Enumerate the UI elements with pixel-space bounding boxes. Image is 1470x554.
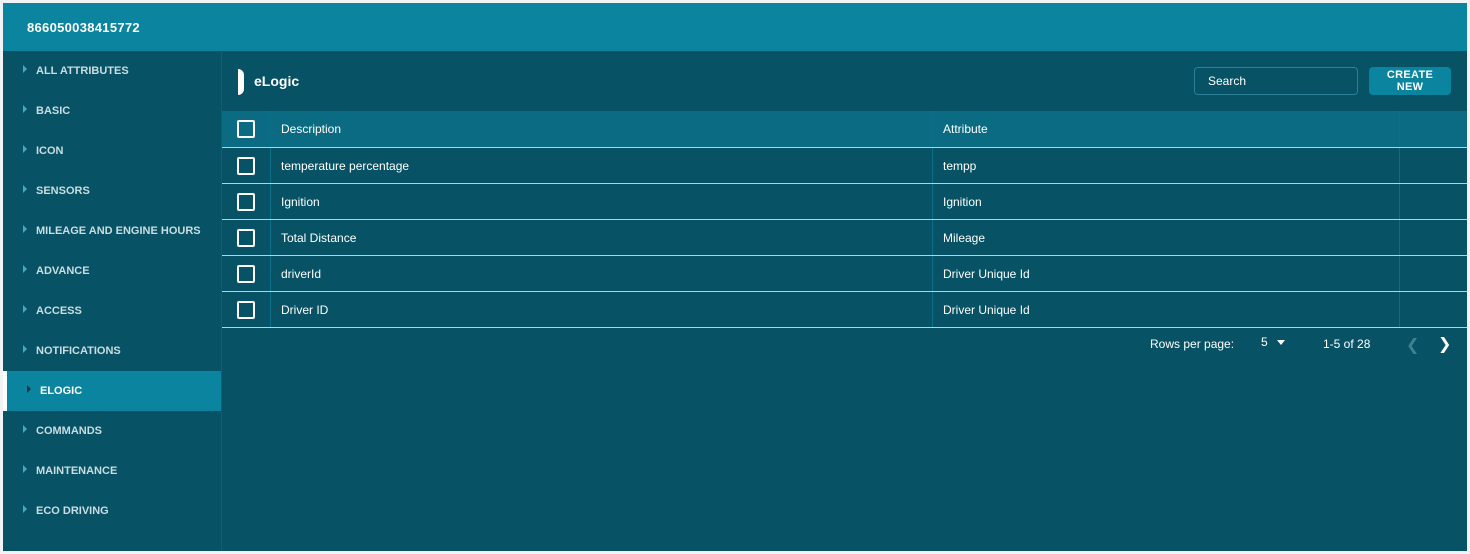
sidebar-item-mileage-engine-hours[interactable]: MILEAGE AND ENGINE HOURS — [3, 211, 221, 251]
attribute-cell: Ignition — [933, 184, 1400, 219]
sidebar-item-label: ECO DRIVING — [36, 505, 109, 517]
caret-right-icon — [23, 65, 27, 73]
actions-cell — [1400, 292, 1467, 327]
caret-right-icon — [23, 225, 27, 233]
sidebar-item-all-attributes[interactable]: ALL ATTRIBUTES — [3, 51, 221, 91]
table-header-row: Description Attribute — [222, 111, 1467, 148]
caret-right-icon — [23, 505, 27, 513]
main-panel: eLogic CREATE NEW Description Attribute … — [222, 51, 1467, 551]
table-row[interactable]: driverId Driver Unique Id — [222, 256, 1467, 292]
sidebar-item-label: ADVANCE — [36, 265, 90, 277]
sidebar-item-advance[interactable]: ADVANCE — [3, 251, 221, 291]
caret-right-icon — [23, 345, 27, 353]
select-all-cell — [222, 111, 271, 147]
row-checkbox[interactable] — [237, 192, 255, 211]
pagination: Rows per page: 5 1-5 of 28 ❮ ❯ — [222, 329, 1467, 359]
attribute-cell: Driver Unique Id — [933, 292, 1400, 327]
description-cell: driverId — [271, 256, 933, 291]
table-row[interactable]: Driver ID Driver Unique Id — [222, 292, 1467, 328]
row-checkbox[interactable] — [237, 300, 255, 319]
sidebar-item-basic[interactable]: BASIC — [3, 91, 221, 131]
column-header-attribute[interactable]: Attribute — [933, 111, 1400, 147]
select-all-checkbox[interactable] — [237, 120, 255, 138]
attribute-cell: Mileage — [933, 220, 1400, 255]
rows-per-page-select[interactable]: 5 — [1261, 335, 1268, 349]
sidebar-item-label: ALL ATTRIBUTES — [36, 65, 129, 77]
description-cell: Ignition — [271, 184, 933, 219]
attributes-table: Description Attribute temperature percen… — [222, 111, 1467, 328]
section-marker — [238, 69, 244, 95]
rows-per-page-label: Rows per page: — [1150, 337, 1235, 351]
row-check-cell — [222, 256, 271, 291]
window-title: 866050038415772 — [27, 19, 140, 35]
actions-cell — [1400, 220, 1467, 255]
caret-right-icon — [23, 145, 27, 153]
column-header-actions — [1400, 111, 1467, 147]
actions-cell — [1400, 148, 1467, 183]
description-cell: Total Distance — [271, 220, 933, 255]
sidebar-item-label: MAINTENANCE — [36, 465, 118, 477]
sidebar-item-label: ELOGIC — [40, 385, 83, 397]
sidebar-item-label: SENSORS — [36, 185, 90, 197]
sidebar-item-notifications[interactable]: NOTIFICATIONS — [3, 331, 221, 371]
sidebar-item-elogic[interactable]: ELOGIC — [3, 371, 221, 411]
table-row[interactable]: Total Distance Mileage — [222, 220, 1467, 256]
description-cell: temperature percentage — [271, 148, 933, 183]
caret-right-icon — [23, 465, 27, 473]
actions-cell — [1400, 256, 1467, 291]
caret-right-icon — [27, 385, 31, 393]
attribute-cell: tempp — [933, 148, 1400, 183]
sidebar: ALL ATTRIBUTES BASIC ICON SENSORS MILEAG… — [3, 51, 222, 551]
row-checkbox[interactable] — [237, 228, 255, 247]
sidebar-item-maintenance[interactable]: MAINTENANCE — [3, 451, 221, 491]
page-title: eLogic — [254, 73, 300, 89]
create-new-button[interactable]: CREATE NEW — [1369, 67, 1451, 95]
sidebar-item-label: NOTIFICATIONS — [36, 345, 121, 357]
caret-right-icon — [23, 305, 27, 313]
sidebar-item-label: BASIC — [36, 105, 71, 117]
sidebar-item-access[interactable]: ACCESS — [3, 291, 221, 331]
panel-header: eLogic CREATE NEW — [222, 51, 1467, 111]
row-check-cell — [222, 220, 271, 255]
sidebar-item-sensors[interactable]: SENSORS — [3, 171, 221, 211]
caret-right-icon — [23, 185, 27, 193]
row-check-cell — [222, 148, 271, 183]
row-checkbox[interactable] — [237, 156, 255, 175]
table-row[interactable]: Ignition Ignition — [222, 184, 1467, 220]
chevron-right-icon[interactable]: ❯ — [1438, 334, 1451, 354]
caret-right-icon — [23, 265, 27, 273]
description-cell: Driver ID — [271, 292, 933, 327]
titlebar: 866050038415772 — [3, 3, 1467, 51]
sidebar-item-label: ICON — [36, 145, 64, 157]
row-checkbox[interactable] — [237, 264, 255, 283]
sidebar-item-eco-driving[interactable]: ECO DRIVING — [3, 491, 221, 531]
column-header-description[interactable]: Description — [271, 111, 933, 147]
actions-cell — [1400, 184, 1467, 219]
sidebar-item-icon[interactable]: ICON — [3, 131, 221, 171]
sidebar-item-label: ACCESS — [36, 305, 82, 317]
pagination-range: 1-5 of 28 — [1323, 337, 1371, 351]
table-row[interactable]: temperature percentage tempp — [222, 148, 1467, 184]
attribute-cell: Driver Unique Id — [933, 256, 1400, 291]
row-check-cell — [222, 292, 271, 327]
row-check-cell — [222, 184, 271, 219]
chevron-left-icon[interactable]: ❮ — [1406, 335, 1419, 355]
dropdown-arrow-icon[interactable] — [1277, 340, 1285, 345]
search-input[interactable] — [1194, 67, 1358, 95]
caret-right-icon — [23, 105, 27, 113]
sidebar-item-label: COMMANDS — [36, 425, 102, 437]
sidebar-item-label: MILEAGE AND ENGINE HOURS — [36, 225, 201, 237]
attributes-window: 866050038415772 ALL ATTRIBUTES BASIC ICO… — [3, 3, 1467, 551]
caret-right-icon — [23, 425, 27, 433]
sidebar-item-commands[interactable]: COMMANDS — [3, 411, 221, 451]
